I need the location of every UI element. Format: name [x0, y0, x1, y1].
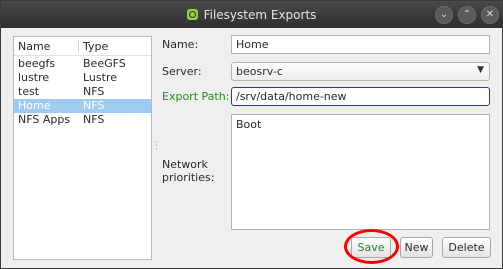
- filesystem-exports-window: Filesystem Exports ⌄ ⌃ ✕ Name Type beegf…: [0, 0, 503, 269]
- title-bar[interactable]: Filesystem Exports ⌄ ⌃ ✕: [1, 1, 502, 28]
- exports-list[interactable]: Name Type beegfs BeeGFS lustre Lustre te…: [13, 36, 152, 260]
- close-button[interactable]: ✕: [481, 6, 499, 24]
- server-select[interactable]: beosrv-c ▼: [231, 62, 490, 81]
- list-item-name: test: [18, 85, 40, 98]
- list-item-name: NFS Apps: [18, 113, 71, 126]
- column-separator[interactable]: [78, 40, 79, 52]
- list-item-type: BeeGFS: [83, 57, 126, 70]
- list-item[interactable]: test NFS: [14, 85, 151, 99]
- window-title: Filesystem Exports: [203, 7, 317, 22]
- column-header-name[interactable]: Name: [18, 40, 50, 53]
- save-highlight-ring: [344, 229, 399, 264]
- list-item-name: beegfs: [18, 57, 56, 70]
- list-item-type: NFS: [83, 113, 105, 126]
- list-item-name: lustre: [18, 71, 50, 84]
- network-priorities-textarea[interactable]: Boot: [231, 114, 490, 230]
- export-path-label: Export Path:: [162, 90, 230, 103]
- server-value: beosrv-c: [236, 65, 283, 78]
- list-item[interactable]: NFS Apps NFS: [14, 113, 151, 127]
- minimize-button[interactable]: ⌄: [435, 6, 453, 24]
- name-label: Name:: [162, 38, 199, 51]
- network-priorities-label: Network priorities:: [162, 158, 215, 184]
- list-item-type: NFS: [83, 85, 105, 98]
- list-item-type: Lustre: [83, 71, 117, 84]
- new-button[interactable]: New: [400, 237, 433, 258]
- list-item[interactable]: lustre Lustre: [14, 71, 151, 85]
- delete-button[interactable]: Delete: [442, 237, 491, 258]
- list-item-selected[interactable]: Home NFS: [14, 99, 151, 113]
- list-header: Name Type: [14, 37, 151, 56]
- app-icon: [186, 9, 198, 20]
- name-input[interactable]: Home: [231, 35, 490, 54]
- splitter-handle[interactable]: ⋮: [152, 141, 161, 151]
- maximize-button[interactable]: ⌃: [458, 6, 476, 24]
- chevron-down-icon: ▼: [477, 65, 484, 75]
- title-wrap: Filesystem Exports: [1, 1, 502, 28]
- list-item[interactable]: beegfs BeeGFS: [14, 57, 151, 71]
- export-path-input[interactable]: /srv/data/home-new: [231, 87, 490, 106]
- server-label: Server:: [162, 65, 202, 78]
- list-item-type: NFS: [83, 99, 105, 112]
- list-item-name: Home: [18, 99, 51, 112]
- column-header-type[interactable]: Type: [83, 40, 108, 53]
